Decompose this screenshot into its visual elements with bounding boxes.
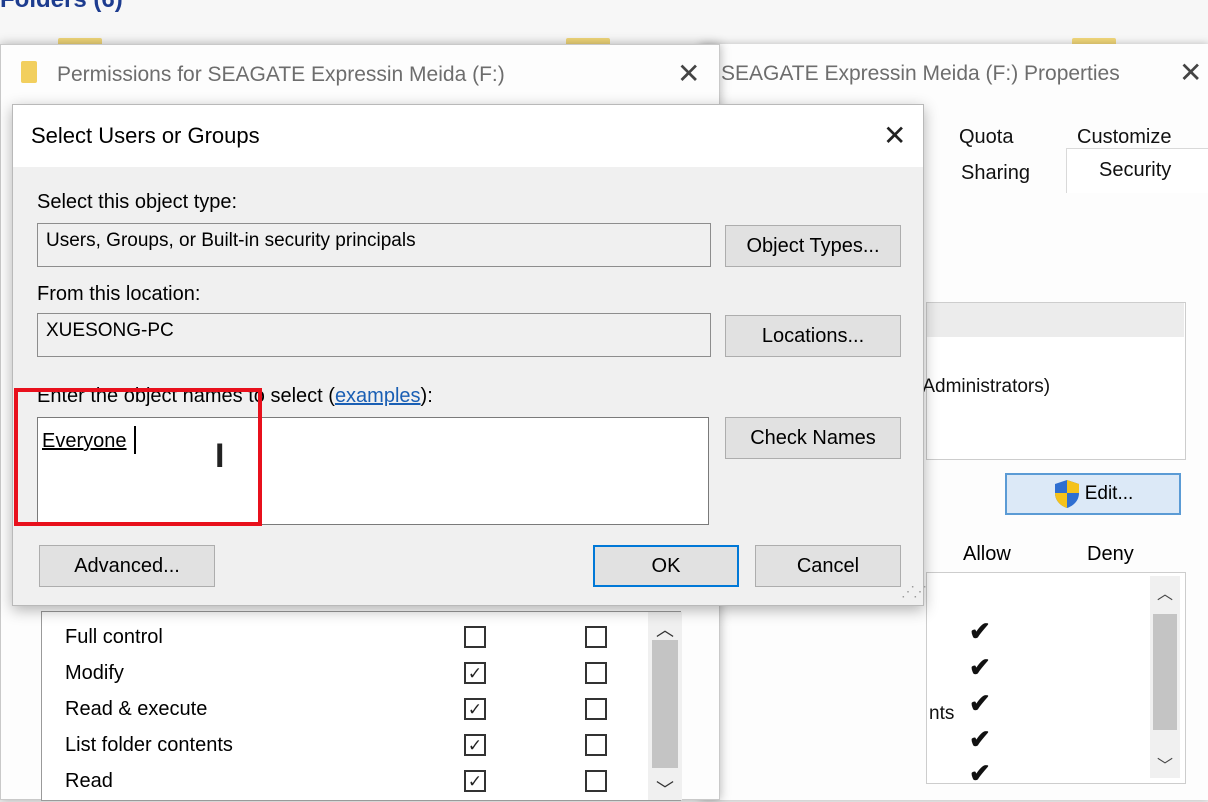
explorer-background: Folders (6) bbox=[0, 0, 1208, 44]
object-type-value: Users, Groups, or Built-in security prin… bbox=[46, 230, 416, 251]
deny-checkbox-modify[interactable] bbox=[585, 662, 607, 684]
deny-checkbox-full-control[interactable] bbox=[585, 626, 607, 648]
deny-checkbox-list-folder-contents[interactable] bbox=[585, 734, 607, 756]
allow-checkbox-modify[interactable]: ✓ bbox=[464, 662, 486, 684]
examples-link[interactable]: examples bbox=[335, 385, 421, 407]
properties-close-icon[interactable]: ✕ bbox=[1179, 56, 1202, 89]
allow-checkbox-list-folder-contents[interactable]: ✓ bbox=[464, 734, 486, 756]
advanced-button[interactable]: Advanced... bbox=[39, 545, 215, 587]
permissions-title: Permissions for SEAGATE Expressin Meida … bbox=[57, 63, 505, 86]
select-users-dialog: Select Users or Groups ✕ Select this obj… bbox=[12, 104, 927, 606]
permission-scroll-thumb[interactable] bbox=[652, 640, 678, 768]
location-label: From this location: bbox=[37, 283, 201, 305]
resize-grip-icon[interactable]: ⋰⋰ bbox=[901, 583, 927, 600]
locations-button[interactable]: Locations... bbox=[725, 315, 901, 357]
object-types-button[interactable]: Object Types... bbox=[725, 225, 901, 267]
deny-checkbox-read[interactable] bbox=[585, 770, 607, 792]
ok-button[interactable]: OK bbox=[593, 545, 739, 587]
tab-sharing[interactable]: Sharing bbox=[961, 162, 1030, 185]
permission-label-partial: nts bbox=[929, 703, 955, 724]
allow-checkbox-full-control[interactable] bbox=[464, 626, 486, 648]
properties-title: SEAGATE Expressin Meida (F:) Properties bbox=[721, 62, 1120, 85]
permission-label-list-folder-contents: List folder contents bbox=[65, 734, 233, 756]
permission-label-modify: Modify bbox=[65, 662, 124, 684]
dialog-close-icon[interactable]: ✕ bbox=[883, 119, 906, 152]
object-type-label: Select this object type: bbox=[37, 191, 238, 213]
allow-check-icon: ✔ bbox=[969, 758, 991, 788]
scroll-up-icon[interactable]: ︿ bbox=[1157, 580, 1173, 604]
tab-quota[interactable]: Quota bbox=[959, 126, 1013, 149]
allow-check-icon: ✔ bbox=[969, 652, 991, 682]
location-value: XUESONG-PC bbox=[46, 320, 174, 341]
uac-shield-icon bbox=[1054, 480, 1079, 508]
tab-security[interactable]: Security bbox=[1066, 148, 1208, 193]
group-name-administrators: (Administrators) bbox=[916, 376, 1051, 397]
permission-list: Full control Modify ✓ Read & execute ✓ L… bbox=[41, 611, 682, 802]
permission-label-read-execute: Read & execute bbox=[65, 698, 208, 720]
dialog-titlebar: Select Users or Groups ✕ bbox=[13, 105, 923, 167]
cancel-button[interactable]: Cancel bbox=[755, 545, 901, 587]
tab-security-label: Security bbox=[1099, 159, 1172, 181]
group-names-selected-row[interactable] bbox=[927, 303, 1184, 337]
scroll-down-icon[interactable]: ﹀ bbox=[656, 776, 674, 802]
allow-check-icon: ✔ bbox=[969, 616, 991, 646]
folder-icon bbox=[21, 61, 37, 83]
allow-checkbox-read[interactable]: ✓ bbox=[464, 770, 486, 792]
allow-check-icon: ✔ bbox=[969, 724, 991, 754]
properties-scroll-thumb[interactable] bbox=[1153, 614, 1177, 730]
object-type-field: Users, Groups, or Built-in security prin… bbox=[37, 223, 711, 267]
allow-checkbox-read-execute[interactable]: ✓ bbox=[464, 698, 486, 720]
permissions-close-icon[interactable]: ✕ bbox=[677, 57, 700, 90]
permission-label-read: Read bbox=[65, 770, 113, 792]
edit-button[interactable]: Edit... bbox=[1005, 473, 1181, 515]
tab-customize[interactable]: Customize bbox=[1077, 126, 1171, 149]
check-names-button[interactable]: Check Names bbox=[725, 417, 901, 459]
permission-label-full-control: Full control bbox=[65, 626, 163, 648]
highlight-rectangle bbox=[14, 388, 262, 526]
edit-button-label: Edit... bbox=[1084, 483, 1134, 504]
scroll-down-icon[interactable]: ﹀ bbox=[1157, 752, 1173, 776]
allow-column-header: Allow bbox=[963, 543, 1011, 565]
scroll-up-icon[interactable]: ︿ bbox=[656, 616, 674, 642]
allow-check-icon: ✔ bbox=[969, 688, 991, 718]
dialog-title: Select Users or Groups bbox=[31, 123, 260, 148]
permissions-list: nts bbox=[926, 572, 1186, 784]
location-field: XUESONG-PC bbox=[37, 313, 711, 357]
object-names-label-suffix: ): bbox=[420, 385, 433, 407]
folders-heading: Folders (6) bbox=[0, 0, 123, 14]
deny-column-header: Deny bbox=[1087, 543, 1134, 565]
deny-checkbox-read-execute[interactable] bbox=[585, 698, 607, 720]
